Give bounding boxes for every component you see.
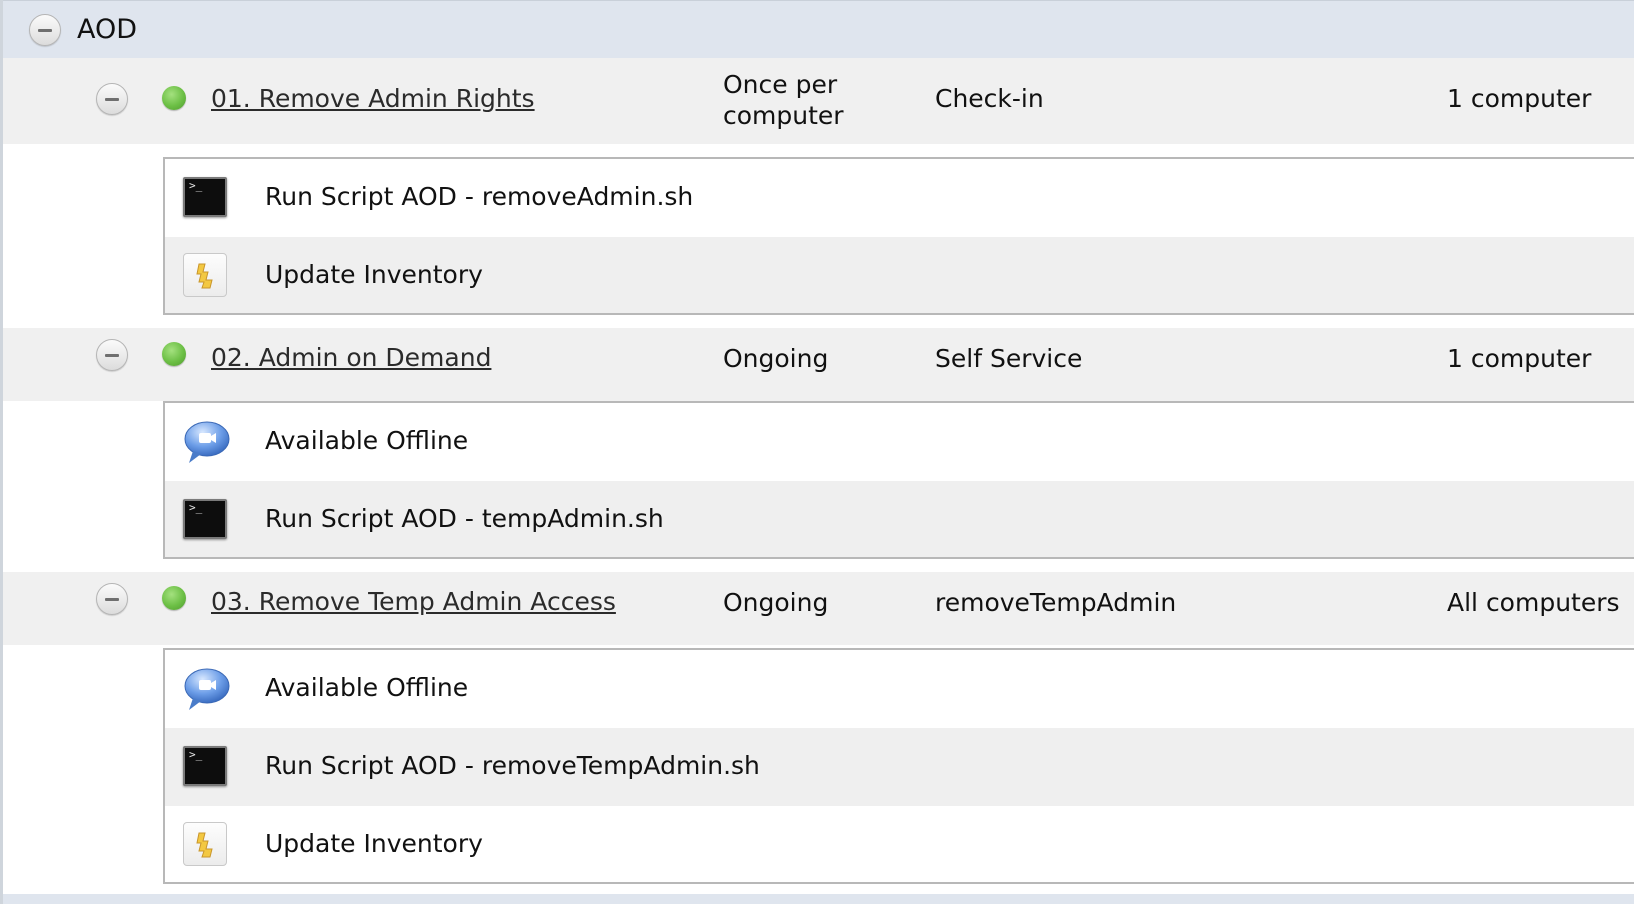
status-enabled-icon xyxy=(162,342,186,366)
policy-frequency: Ongoing xyxy=(723,344,829,373)
payload-label: Run Script AOD - removeTempAdmin.sh xyxy=(265,751,760,780)
payload-label: Update Inventory xyxy=(265,829,483,858)
status-enabled-icon xyxy=(162,86,186,110)
payload-label: Available Offline xyxy=(265,673,469,702)
policy-row: 01. Remove Admin Rights Once per compute… xyxy=(3,58,1634,144)
policy-scope: All computers xyxy=(1447,588,1620,617)
payload-label: Run Script AOD - tempAdmin.sh xyxy=(265,504,664,533)
policy-trigger: Check-in xyxy=(935,84,1044,113)
collapse-policy-button[interactable] xyxy=(96,583,128,615)
list-footer xyxy=(3,894,1634,904)
collapse-policy-button[interactable] xyxy=(96,339,128,371)
chat-bubble-icon xyxy=(183,668,230,710)
payload-item: Available Offline xyxy=(165,650,1634,728)
payload-item: Run Script AOD - removeTempAdmin.sh xyxy=(165,728,1634,806)
policy-list: AOD 01. Remove Admin Rights Once per com… xyxy=(0,0,1634,904)
policy-row: 03. Remove Temp Admin Access Ongoing rem… xyxy=(3,572,1634,645)
policy-frequency: Once per computer xyxy=(723,70,844,130)
payload-item: Update Inventory xyxy=(165,237,1634,313)
payload-item: Update Inventory xyxy=(165,806,1634,882)
chat-bubble-icon xyxy=(183,421,230,463)
status-enabled-icon xyxy=(162,586,186,610)
inventory-icon xyxy=(183,253,227,297)
payload-list: Available Offline Run Script AOD - remov… xyxy=(163,648,1634,884)
collapse-policy-button[interactable] xyxy=(96,83,128,115)
payload-item: Run Script AOD - removeAdmin.sh xyxy=(165,159,1634,237)
policy-scope: 1 computer xyxy=(1447,344,1592,373)
policy-frequency: Ongoing xyxy=(723,588,829,617)
category-header: AOD xyxy=(3,0,1634,58)
payload-label: Run Script AOD - removeAdmin.sh xyxy=(265,182,694,211)
payload-list: Available Offline Run Script AOD - tempA… xyxy=(163,401,1634,559)
inventory-icon xyxy=(183,822,227,866)
terminal-icon xyxy=(183,746,227,786)
payload-label: Available Offline xyxy=(265,426,469,455)
policy-trigger: Self Service xyxy=(935,344,1083,373)
payload-label: Update Inventory xyxy=(265,260,483,289)
terminal-icon xyxy=(183,499,227,539)
policy-scope: 1 computer xyxy=(1447,84,1592,113)
policy-name-link[interactable]: 03. Remove Temp Admin Access xyxy=(211,586,616,618)
payload-list: Run Script AOD - removeAdmin.sh Update I… xyxy=(163,157,1634,315)
policy-name-link[interactable]: 01. Remove Admin Rights xyxy=(211,83,535,115)
payload-item: Available Offline xyxy=(165,403,1634,481)
category-title: AOD xyxy=(77,14,138,45)
policy-trigger: removeTempAdmin xyxy=(935,588,1177,617)
policy-name-link[interactable]: 02. Admin on Demand xyxy=(211,342,491,374)
policy-row: 02. Admin on Demand Ongoing Self Service… xyxy=(3,328,1634,401)
collapse-category-button[interactable] xyxy=(29,14,61,46)
payload-item: Run Script AOD - tempAdmin.sh xyxy=(165,481,1634,557)
terminal-icon xyxy=(183,177,227,217)
